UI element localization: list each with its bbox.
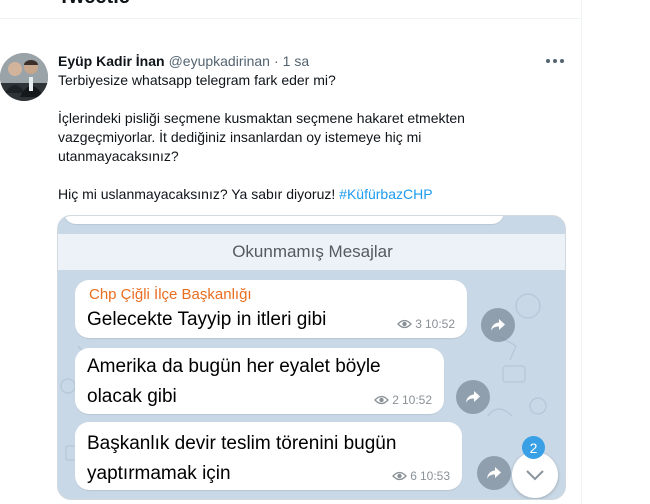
message-text: Gelecekte Tayyip in itleri gibi bbox=[87, 309, 327, 330]
tweet-text-prefix: Hiç mi uslanmayacaksınız? Ya sabır diyor… bbox=[58, 186, 340, 202]
feed: Eyüp Kadir İnan @eyupkadirinan · 1 sa Te… bbox=[0, 19, 581, 504]
message-meta: 2 10:52 bbox=[374, 393, 432, 407]
tweet-timestamp[interactable]: 1 sa bbox=[283, 53, 309, 69]
chevron-down-icon bbox=[526, 470, 544, 481]
message-time: 10:52 bbox=[424, 317, 455, 331]
message-sender: Chp Çiğli İlçe Başkanlığı bbox=[89, 286, 252, 303]
forward-icon[interactable] bbox=[477, 456, 511, 490]
message-views: 2 bbox=[392, 393, 399, 407]
message-text-line: Başkanlık devir teslim törenini bugün bbox=[87, 433, 397, 454]
message-meta: 6 10:53 bbox=[392, 469, 450, 483]
avatar[interactable] bbox=[0, 53, 48, 101]
message-text: Başkanlık devir teslim törenini bugün yap… bbox=[87, 429, 396, 489]
tweet-text-line: İçlerindeki pisliği seçmene kusmaktan se… bbox=[58, 110, 465, 126]
message-text-line: Amerika da bugün her eyalet böyle bbox=[87, 356, 381, 377]
chat-bubble-partial bbox=[64, 216, 504, 224]
tweet-text-line: Terbiyesize whatsapp telegram fark eder … bbox=[58, 72, 336, 88]
message-text-line: yaptırmamak için bbox=[87, 463, 231, 484]
author-handle[interactable]: @eyupkadirinan bbox=[169, 53, 270, 69]
tweet-text-line: vazgeçmiyorlar. İt dediğiniz insanlardan… bbox=[58, 129, 422, 145]
page-title: Tweetle bbox=[58, 0, 130, 9]
views-eye-icon bbox=[392, 471, 408, 481]
unread-messages-divider: Okunmamış Mesajlar bbox=[58, 234, 565, 270]
tweet-header: Eyüp Kadir İnan @eyupkadirinan · 1 sa bbox=[58, 52, 309, 70]
tweet-text-line: utanmayacaksınız? bbox=[58, 148, 179, 164]
more-options-icon[interactable] bbox=[544, 55, 566, 67]
chat-message: Amerika da bugün her eyalet böyle olacak … bbox=[75, 348, 444, 414]
avatar-photo bbox=[0, 53, 48, 101]
views-eye-icon bbox=[397, 319, 413, 329]
unread-label: Okunmamış Mesajlar bbox=[232, 242, 393, 261]
separator-dot: · bbox=[273, 53, 279, 69]
forward-icon[interactable] bbox=[481, 308, 515, 342]
chat-message: Chp Çiğli İlçe Başkanlığı Gelecekte Tayy… bbox=[75, 280, 467, 338]
message-text-line: olacak gibi bbox=[87, 386, 177, 407]
chat-message: Başkanlık devir teslim törenini bugün yap… bbox=[75, 422, 462, 490]
forward-icon[interactable] bbox=[456, 380, 490, 414]
column-divider bbox=[581, 0, 582, 504]
tweet-media-image[interactable]: Okunmamış Mesajlar Chp Çiğli İlçe Başkan… bbox=[57, 215, 566, 500]
hashtag-link[interactable]: #KüfürbazCHP bbox=[339, 186, 432, 202]
tweet-text: Terbiyesize whatsapp telegram fark eder … bbox=[58, 71, 498, 204]
message-views: 6 bbox=[410, 469, 417, 483]
message-meta: 3 10:52 bbox=[397, 317, 455, 331]
tweet-text-line: Hiç mi uslanmayacaksınız? Ya sabır diyor… bbox=[58, 185, 498, 204]
author-name[interactable]: Eyüp Kadir İnan bbox=[58, 53, 165, 69]
message-time: 10:52 bbox=[401, 393, 432, 407]
page-header: Tweetle bbox=[0, 0, 581, 19]
unread-count-badge: 2 bbox=[522, 436, 545, 459]
message-views: 3 bbox=[415, 317, 422, 331]
message-text: Amerika da bugün her eyalet böyle olacak … bbox=[87, 352, 381, 412]
message-time: 10:53 bbox=[419, 469, 450, 483]
views-eye-icon bbox=[374, 395, 390, 405]
